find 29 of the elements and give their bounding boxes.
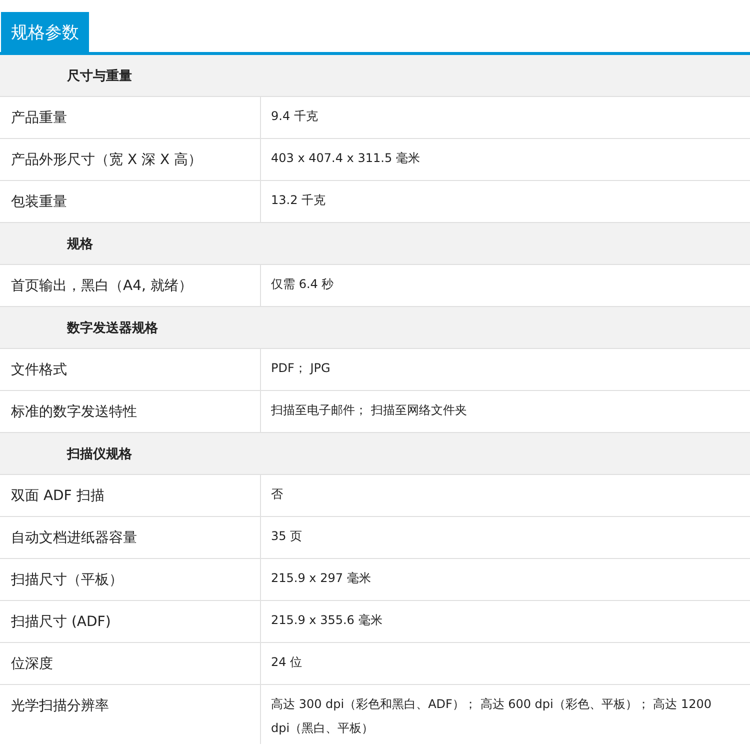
spec-label: 双面 ADF 扫描	[0, 475, 261, 516]
spec-label: 扫描尺寸（平板）	[0, 559, 261, 600]
spec-value: 215.9 x 297 毫米	[270, 570, 372, 587]
spec-label: 标准的数字发送特性	[0, 391, 261, 432]
spec-value: 仅需 6.4 秒	[270, 276, 335, 293]
spec-value: 35 页	[270, 528, 304, 545]
spec-label: 产品重量	[0, 97, 261, 138]
spec-label: 产品外形尺寸（宽 X 深 X 高）	[0, 139, 261, 180]
spec-label: 首页输出，黑白（A4, 就绪）	[0, 265, 261, 306]
group-heading: 规格	[0, 223, 750, 265]
group-heading: 扫描仪规格	[0, 433, 750, 475]
spec-value: 否	[270, 486, 284, 503]
spec-value: 215.9 x 355.6 毫米	[270, 612, 384, 629]
spec-label: 光学扫描分辨率	[0, 685, 261, 744]
spec-value: 高达 300 dpi（彩色和黑白、ADF）； 高达 600 dpi（彩色、平板）； 高达 1200 dpi（黑白、平板）	[270, 696, 713, 737]
spec-label: 包装重量	[0, 181, 261, 222]
spec-label: 位深度	[0, 643, 261, 684]
spec-value: 9.4 千克	[270, 108, 319, 125]
spec-value: 13.2 千克	[270, 192, 327, 209]
spec-label: 自动文档进纸器容量	[0, 517, 261, 558]
spec-label: 文件格式	[0, 349, 261, 390]
spec-value: 24 位	[270, 654, 304, 671]
spec-value: 403 x 407.4 x 311.5 毫米	[270, 150, 421, 167]
spec-value: 扫描至电子邮件； 扫描至网络文件夹	[270, 402, 468, 419]
section-tab[interactable]: 规格参数	[1, 12, 89, 52]
spec-label: 扫描尺寸 (ADF)	[0, 601, 261, 642]
group-heading: 尺寸与重量	[0, 55, 750, 97]
spec-value: PDF； JPG	[270, 360, 332, 377]
group-heading: 数字发送器规格	[0, 307, 750, 349]
